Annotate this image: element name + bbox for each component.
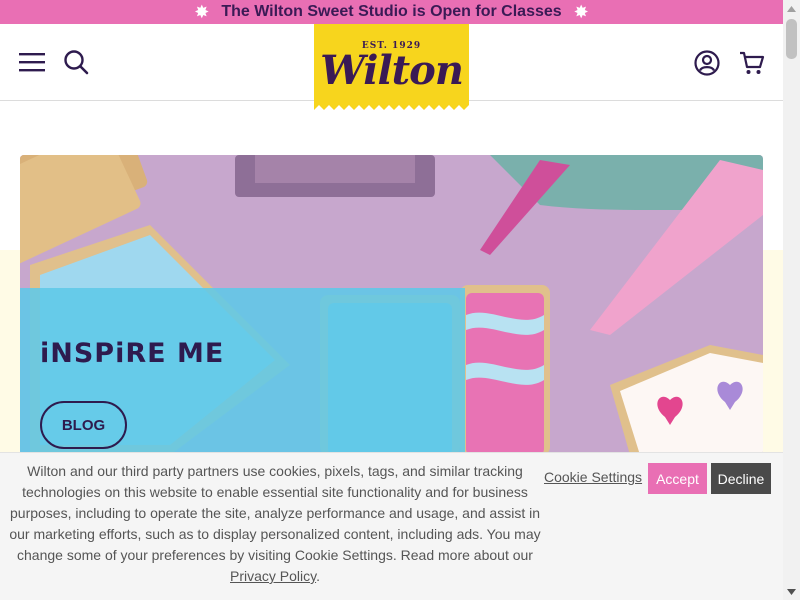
hero-banner: iNSPiRE ME BLOG [20, 155, 763, 455]
scroll-down-arrow-icon[interactable] [783, 583, 800, 600]
privacy-policy-link[interactable]: Privacy Policy [230, 568, 316, 584]
hero-title: iNSPiRE ME [40, 338, 225, 369]
account-icon[interactable] [692, 48, 722, 78]
blog-button[interactable]: BLOG [40, 401, 127, 449]
cookie-notice-text: Wilton and our third party partners use … [8, 461, 542, 587]
accept-button[interactable]: Accept [648, 463, 707, 494]
cookie-settings-link[interactable]: Cookie Settings [544, 469, 642, 485]
promo-bar[interactable]: ✸ The Wilton Sweet Studio is Open for Cl… [0, 0, 783, 24]
logo-wordmark: Wilton [320, 47, 464, 94]
scrollbar-thumb[interactable] [786, 19, 797, 59]
wilton-logo[interactable]: EST. 1929 Wilton [314, 24, 469, 110]
hamburger-menu-icon[interactable] [18, 50, 46, 74]
privacy-suffix: . [316, 568, 320, 584]
cart-icon[interactable] [737, 48, 767, 78]
star-icon: ✸ [573, 2, 589, 22]
site-header: EST. 1929 Wilton [0, 24, 783, 110]
logo-zigzag-edge [314, 103, 469, 110]
scrollbar[interactable] [783, 0, 800, 600]
star-icon: ✸ [194, 2, 210, 22]
decline-button[interactable]: Decline [711, 463, 771, 494]
promo-text[interactable]: The Wilton Sweet Studio is Open for Clas… [221, 3, 561, 21]
hero-overlay-panel: iNSPiRE ME BLOG [20, 288, 465, 455]
search-icon[interactable] [62, 48, 90, 76]
cookie-notice-body: Wilton and our third party partners use … [9, 463, 541, 563]
cookie-banner: Wilton and our third party partners use … [0, 452, 783, 600]
scroll-up-arrow-icon[interactable] [783, 0, 800, 17]
